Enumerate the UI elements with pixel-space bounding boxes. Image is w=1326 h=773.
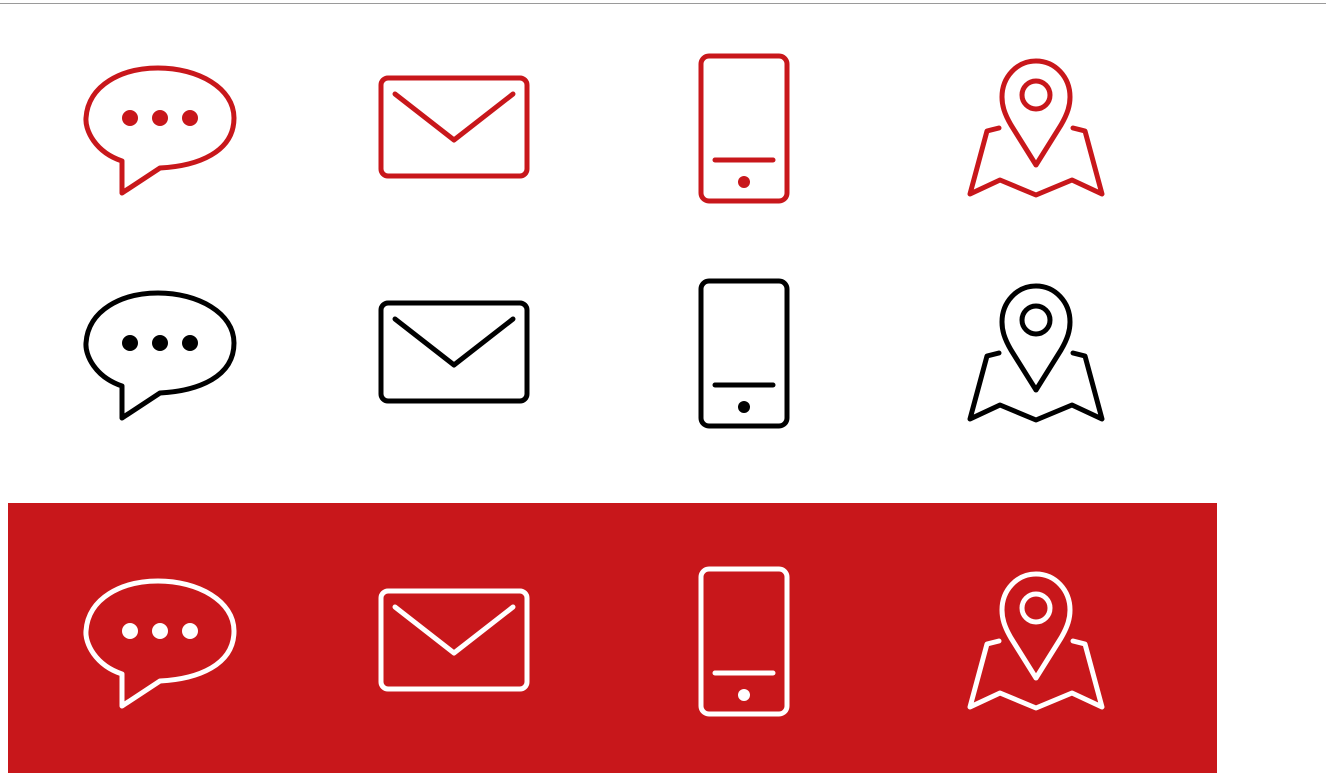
map-pin-icon bbox=[965, 568, 1110, 713]
chat-bubble-icon bbox=[80, 573, 240, 713]
envelope-icon bbox=[375, 295, 535, 410]
smartphone-icon bbox=[695, 275, 795, 430]
map-pin-icon bbox=[965, 280, 1110, 425]
icon-row-black bbox=[0, 225, 1326, 429]
map-pin-icon bbox=[965, 55, 1110, 200]
chat-bubble-icon bbox=[80, 285, 240, 425]
chat-bubble-icon bbox=[80, 60, 240, 200]
smartphone-icon bbox=[695, 563, 795, 718]
envelope-icon bbox=[375, 70, 535, 185]
envelope-icon bbox=[375, 583, 535, 698]
icon-row-red bbox=[0, 0, 1326, 204]
icon-sheet bbox=[0, 0, 1326, 773]
icon-row-white bbox=[0, 513, 1326, 717]
smartphone-icon bbox=[695, 50, 795, 205]
